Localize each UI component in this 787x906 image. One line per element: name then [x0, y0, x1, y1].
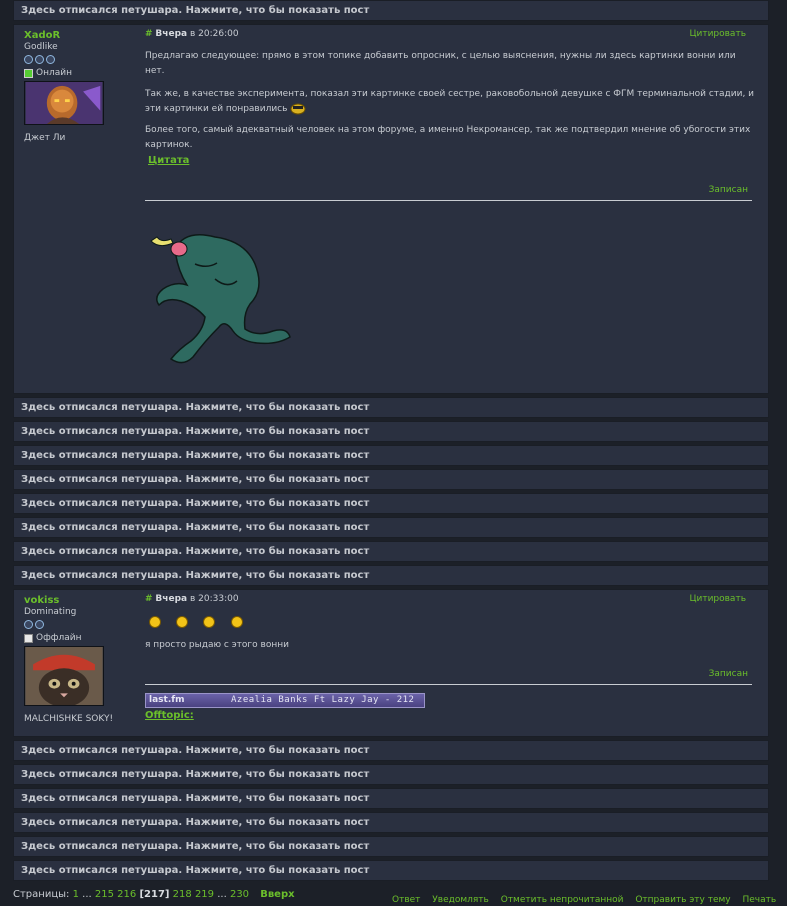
post-author: vokiss Dominating Оффлайн MALCHISHKE SOK… — [24, 595, 134, 724]
rank-stars — [24, 620, 134, 632]
post-body: Предлагаю следующее: прямо в этом топике… — [145, 49, 758, 169]
lastfm-track: Azealia Banks Ft Lazy Jay - 212 — [231, 695, 415, 705]
collapsed-post[interactable]: Здесь отписался петушара. Нажмите, что б… — [13, 397, 769, 418]
crying-smiley-icon — [149, 616, 161, 628]
rank-star-icon — [35, 620, 44, 629]
pagination-label: Страницы: — [13, 889, 70, 900]
quote-link[interactable]: Цитата — [148, 155, 189, 166]
avatar — [24, 646, 104, 707]
username-link[interactable]: vokiss — [24, 595, 134, 606]
scroll-top-link[interactable]: Вверх — [260, 889, 294, 900]
offline-icon — [24, 633, 33, 643]
collapsed-post[interactable]: Здесь отписался петушара. Нажмите, что б… — [13, 812, 769, 833]
offline-status: Оффлайн — [24, 633, 134, 643]
collapsed-post[interactable]: Здесь отписался петушара. Нажмите, что б… — [13, 565, 769, 586]
crying-smiley-icon — [203, 616, 216, 628]
rank-star-icon — [46, 55, 55, 64]
send-topic-button[interactable]: Отправить эту тему — [635, 895, 730, 905]
smileys-row — [145, 616, 758, 638]
signature-divider — [145, 200, 752, 201]
rank-star-icon — [24, 55, 33, 64]
recorded-label[interactable]: Записан — [145, 185, 758, 195]
smiley-icon — [290, 103, 306, 114]
mark-unread-button[interactable]: Отметить непрочитанной — [501, 895, 624, 905]
collapsed-post[interactable]: Здесь отписался петушара. Нажмите, что б… — [13, 740, 769, 761]
avatar — [24, 81, 104, 125]
page-link[interactable]: 219 — [195, 889, 214, 900]
current-page: [217] — [139, 889, 170, 900]
user-signature-name: Джет Ли — [24, 133, 66, 143]
print-button[interactable]: Печать — [742, 895, 776, 905]
topic-actions: Ответ Уведомлять Отметить непрочитанной … — [392, 895, 785, 905]
crying-smiley-icon — [176, 616, 189, 628]
collapsed-post[interactable]: Здесь отписался петушара. Нажмите, что б… — [13, 764, 769, 785]
creature-image — [150, 234, 291, 364]
post-header: # Вчера в 20:26:00 Цитировать — [145, 29, 758, 49]
collapsed-post[interactable]: Здесь отписался петушара. Нажмите, что б… — [13, 445, 769, 466]
post-day: Вчера — [155, 29, 188, 39]
collapsed-post[interactable]: Здесь отписался петушара. Нажмите, что б… — [13, 469, 769, 490]
collapsed-post[interactable]: Здесь отписался петушара. Нажмите, что б… — [13, 788, 769, 809]
post-content: # Вчера в 20:33:00 Цитировать я просто р… — [145, 590, 758, 721]
post-paragraph: Так же, в качестве эксперимента, показал… — [145, 89, 755, 114]
post-paragraph: Более того, самый адекватный человек на … — [145, 125, 751, 150]
collapsed-post[interactable]: Здесь отписался петушара. Нажмите, что б… — [13, 836, 769, 857]
post-author: XadoR Godlike Онлайн Джет Ли — [24, 30, 134, 143]
user-rank: Dominating — [24, 607, 77, 617]
username-link[interactable]: XadoR — [24, 30, 134, 41]
online-status: Онлайн — [24, 68, 134, 78]
pagination: Страницы: 1 ... 215 216 [217] 218 219 ..… — [13, 889, 295, 900]
lastfm-banner[interactable]: last.fm Azealia Banks Ft Lazy Jay - 212 — [145, 693, 425, 708]
pagination-ellipsis: ... — [217, 889, 227, 900]
rank-star-icon — [35, 55, 44, 64]
quote-button[interactable]: Цитировать — [689, 29, 746, 39]
offtopic-link[interactable]: Offtopic: — [145, 710, 194, 721]
page-link[interactable]: 230 — [230, 889, 249, 900]
post-xador: XadoR Godlike Онлайн Джет Ли # Вчера в 2… — [13, 24, 769, 394]
page-link[interactable]: 216 — [117, 889, 136, 900]
collapsed-post[interactable]: Здесь отписался петушара. Нажмите, что б… — [13, 0, 769, 21]
collapsed-post[interactable]: Здесь отписался петушара. Нажмите, что б… — [13, 541, 769, 562]
post-permalink[interactable]: # — [145, 29, 153, 39]
post-body: я просто рыдаю с этого вонни — [145, 640, 289, 650]
rank-star-icon — [24, 620, 33, 629]
collapsed-post[interactable]: Здесь отписался петушара. Нажмите, что б… — [13, 421, 769, 442]
pagination-ellipsis: ... — [82, 889, 92, 900]
post-content: # Вчера в 20:26:00 Цитировать Предлагаю … — [145, 25, 758, 372]
post-vokiss: vokiss Dominating Оффлайн MALCHISHKE SOK… — [13, 589, 769, 737]
page-link[interactable]: 1 — [73, 889, 79, 900]
post-permalink[interactable]: # — [145, 594, 153, 604]
page-link[interactable]: 215 — [95, 889, 114, 900]
status-label: Оффлайн — [36, 633, 82, 643]
status-label: Онлайн — [36, 68, 72, 78]
notify-button[interactable]: Уведомлять — [432, 895, 489, 905]
rank-stars — [24, 55, 134, 67]
post-header: # Вчера в 20:33:00 Цитировать — [145, 594, 758, 614]
reply-button[interactable]: Ответ — [392, 895, 420, 905]
page-link[interactable]: 218 — [173, 889, 192, 900]
collapsed-post[interactable]: Здесь отписался петушара. Нажмите, что б… — [13, 493, 769, 514]
collapsed-post[interactable]: Здесь отписался петушара. Нажмите, что б… — [13, 517, 769, 538]
crying-smiley-icon — [230, 616, 243, 628]
online-icon — [24, 68, 33, 78]
user-signature-name: MALCHISHKE SOKY! — [24, 714, 114, 724]
post-time: в 20:26:00 — [189, 29, 239, 39]
post-day: Вчера — [155, 594, 188, 604]
signature-divider — [145, 684, 752, 685]
lastfm-logo: last.fm — [149, 695, 185, 705]
post-time: в 20:33:00 — [189, 594, 239, 604]
post-paragraph: Предлагаю следующее: прямо в этом топике… — [145, 51, 736, 76]
user-rank: Godlike — [24, 42, 58, 52]
quote-button[interactable]: Цитировать — [689, 594, 746, 604]
recorded-label[interactable]: Записан — [145, 669, 758, 679]
collapsed-post[interactable]: Здесь отписался петушара. Нажмите, что б… — [13, 860, 769, 881]
